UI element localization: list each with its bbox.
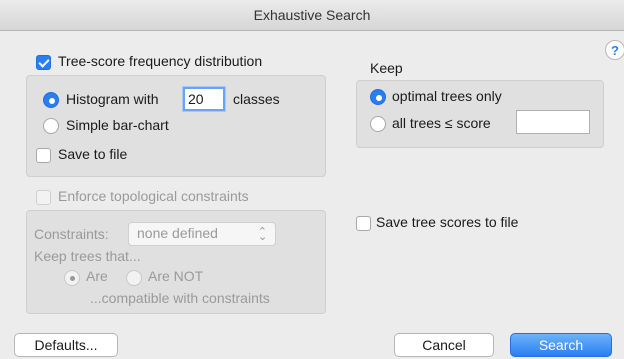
constraints-select-value: none defined [137, 225, 218, 241]
keep-trees-label: Keep trees that... [34, 248, 141, 264]
constraints-select[interactable]: none defined ⌃ ⌃ [128, 222, 276, 246]
all-trees-label: all trees ≤ score [392, 115, 491, 131]
are-not-radio[interactable] [126, 270, 142, 286]
are-not-label: Are NOT [148, 268, 204, 284]
histogram-radio[interactable] [43, 92, 59, 108]
freq-distribution-label: Tree-score frequency distribution [58, 53, 263, 69]
window-title: Exhaustive Search [0, 0, 624, 31]
all-trees-radio[interactable] [370, 116, 386, 132]
keep-title: Keep [370, 60, 403, 76]
optimal-trees-label: optimal trees only [392, 88, 502, 104]
constraints-label: Constraints: [34, 226, 109, 242]
defaults-button[interactable]: Defaults... [14, 333, 118, 357]
bar-chart-radio[interactable] [43, 118, 59, 134]
save-to-file-label: Save to file [58, 146, 128, 162]
histogram-label: Histogram with [66, 91, 159, 107]
freq-distribution-checkbox[interactable] [36, 55, 51, 70]
help-button[interactable]: ? [605, 40, 624, 60]
classes-input[interactable]: 20 [183, 87, 225, 111]
chevron-updown-icon: ⌃ ⌃ [257, 226, 267, 241]
cancel-button[interactable]: Cancel [394, 333, 494, 357]
are-radio[interactable] [64, 270, 80, 286]
compatible-label: ...compatible with constraints [90, 290, 270, 306]
save-scores-label: Save tree scores to file [376, 214, 519, 230]
enforce-constraints-label: Enforce topological constraints [58, 188, 249, 204]
optimal-trees-radio[interactable] [370, 89, 386, 105]
classes-label: classes [233, 91, 280, 107]
search-button[interactable]: Search [510, 333, 612, 357]
save-scores-checkbox[interactable] [356, 216, 371, 231]
enforce-constraints-checkbox[interactable] [36, 190, 51, 205]
score-input[interactable] [516, 110, 590, 134]
save-to-file-checkbox[interactable] [36, 148, 51, 163]
bar-chart-label: Simple bar-chart [66, 117, 169, 133]
are-label: Are [86, 268, 108, 284]
